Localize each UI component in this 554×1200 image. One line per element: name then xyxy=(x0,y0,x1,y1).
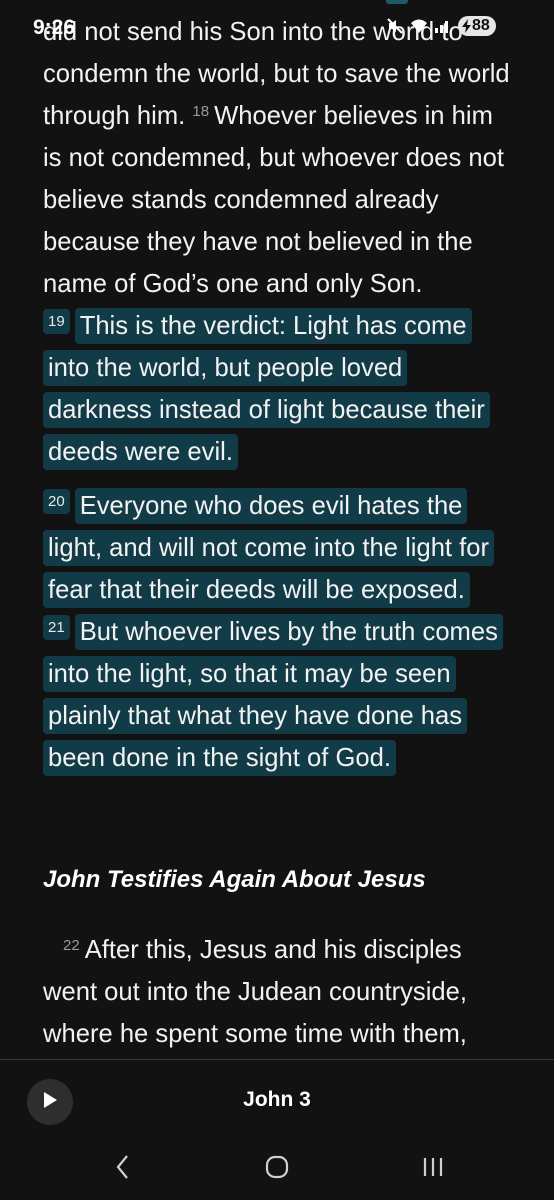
highlighted-verse-text[interactable]: This is the verdict: Light has come into… xyxy=(43,308,490,470)
audio-player-bar: John 3 xyxy=(0,1060,554,1142)
verse-number-20[interactable]: 20 xyxy=(43,489,70,514)
nav-home-button[interactable] xyxy=(257,1154,297,1184)
highlight-edge xyxy=(386,0,408,4)
section-heading: John Testifies Again About Jesus xyxy=(43,866,426,893)
verse-text[interactable]: After this, Jesus and his disciples went… xyxy=(43,936,467,1048)
highlighted-verse-text[interactable]: Everyone who does evil hates the light, … xyxy=(43,488,495,608)
highlighted-verse-text[interactable]: But whoever lives by the truth comes int… xyxy=(43,614,503,776)
verse-text[interactable]: Whoever believes in him is not condemned… xyxy=(43,102,504,298)
nav-back-button[interactable] xyxy=(103,1154,143,1184)
verse-number-22[interactable]: 22 xyxy=(63,937,80,954)
paragraph-1: did not send his Son into the world to c… xyxy=(43,11,513,473)
chapter-title[interactable]: John 3 xyxy=(0,1088,554,1112)
system-nav-bar xyxy=(0,1142,554,1200)
paragraph-2: 20 Everyone who does evil hates the light… xyxy=(43,485,513,779)
bible-reader[interactable]: did not send his Son into the world to c… xyxy=(0,0,554,1058)
home-icon xyxy=(264,1154,290,1185)
verse-number-21[interactable]: 21 xyxy=(43,615,70,640)
back-chevron-icon xyxy=(115,1154,131,1185)
verse-number-19[interactable]: 19 xyxy=(43,309,70,334)
nav-recents-button[interactable] xyxy=(413,1154,453,1184)
recents-icon xyxy=(421,1155,445,1184)
verse-number-18[interactable]: 18 xyxy=(192,103,209,120)
paragraph-3: 22 After this, Jesus and his disciples we… xyxy=(43,929,513,1055)
